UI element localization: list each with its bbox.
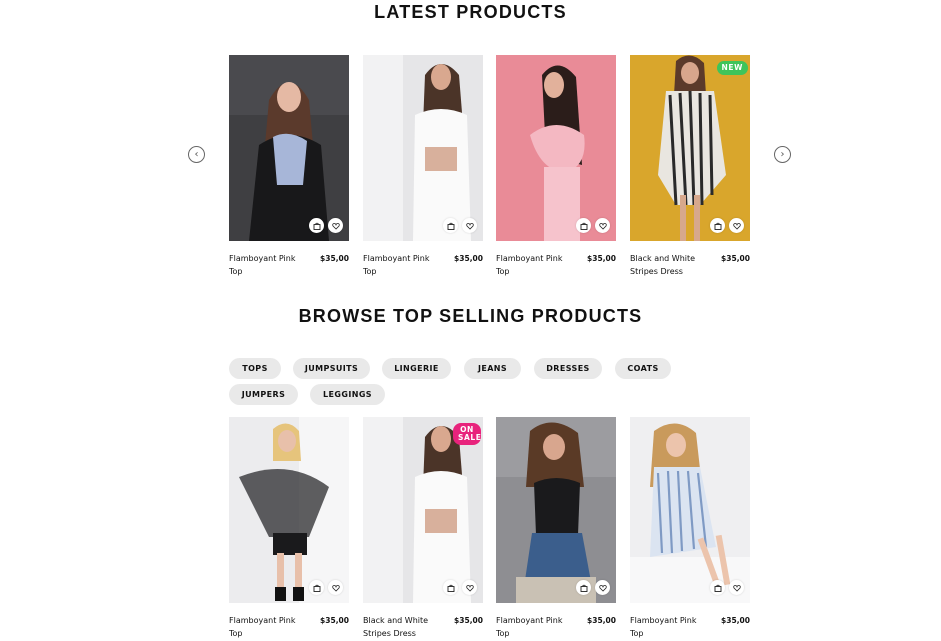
shopping-bag-icon (313, 222, 321, 230)
wishlist-button[interactable] (328, 218, 343, 233)
product-card[interactable]: NEW Black and White Stripes Dress $35,00 (630, 55, 750, 278)
add-to-cart-button[interactable] (710, 218, 725, 233)
heart-icon (599, 222, 607, 230)
wishlist-button[interactable] (729, 218, 744, 233)
product-image[interactable] (229, 55, 349, 241)
category-chip-coats[interactable]: COATS (615, 358, 671, 379)
add-to-cart-button[interactable] (309, 218, 324, 233)
wishlist-button[interactable] (595, 580, 610, 595)
product-card[interactable]: ON SALE Black and White Stripes Dress $3… (363, 417, 483, 640)
heart-icon (466, 584, 474, 592)
product-image[interactable] (229, 417, 349, 603)
product-card[interactable]: Flamboyant Pink Top $35,00 (630, 417, 750, 640)
latest-products-title: LATEST PRODUCTS (0, 2, 941, 23)
new-badge: NEW (717, 61, 748, 75)
heart-icon (332, 584, 340, 592)
shopping-bag-icon (313, 584, 321, 592)
category-chip-leggings[interactable]: LEGGINGS (310, 384, 385, 405)
product-name[interactable]: Flamboyant Pink Top (630, 614, 702, 640)
wishlist-button[interactable] (462, 218, 477, 233)
product-price: $35,00 (587, 252, 616, 278)
category-chip-jumpsuits[interactable]: JUMPSUITS (293, 358, 370, 379)
product-price: $35,00 (320, 252, 349, 278)
category-chip-dresses[interactable]: DRESSES (534, 358, 602, 379)
product-price: $35,00 (320, 614, 349, 640)
product-card[interactable]: Flamboyant Pink Top $35,00 (496, 55, 616, 278)
add-to-cart-button[interactable] (576, 218, 591, 233)
chevron-right-icon: › (781, 149, 785, 160)
add-to-cart-button[interactable] (443, 218, 458, 233)
wishlist-button[interactable] (595, 218, 610, 233)
product-name[interactable]: Flamboyant Pink Top (229, 614, 301, 640)
shopping-bag-icon (447, 222, 455, 230)
category-chip-jumpers[interactable]: JUMPERS (229, 384, 298, 405)
shopping-bag-icon (447, 584, 455, 592)
heart-icon (733, 222, 741, 230)
product-name[interactable]: Flamboyant Pink Top (496, 614, 568, 640)
category-chip-lingerie[interactable]: LINGERIE (382, 358, 451, 379)
product-image[interactable] (496, 417, 616, 603)
product-name[interactable]: Flamboyant Pink Top (363, 252, 435, 278)
wishlist-button[interactable] (729, 580, 744, 595)
carousel-next-button[interactable]: › (774, 146, 791, 163)
category-chip-jeans[interactable]: JEANS (464, 358, 521, 379)
product-name[interactable]: Flamboyant Pink Top (229, 252, 301, 278)
heart-icon (599, 584, 607, 592)
on-sale-badge: ON SALE (453, 423, 481, 445)
product-name[interactable]: Flamboyant Pink Top (496, 252, 568, 278)
chevron-left-icon: ‹ (195, 149, 199, 160)
product-price: $35,00 (721, 252, 750, 278)
add-to-cart-button[interactable] (710, 580, 725, 595)
heart-icon (466, 222, 474, 230)
add-to-cart-button[interactable] (576, 580, 591, 595)
shopping-bag-icon (714, 584, 722, 592)
add-to-cart-button[interactable] (443, 580, 458, 595)
product-price: $35,00 (454, 252, 483, 278)
shopping-bag-icon (580, 222, 588, 230)
product-image[interactable]: NEW (630, 55, 750, 241)
product-name[interactable]: Black and White Stripes Dress (630, 252, 702, 278)
product-card[interactable]: Flamboyant Pink Top $35,00 (229, 55, 349, 278)
product-card[interactable]: Flamboyant Pink Top $35,00 (363, 55, 483, 278)
product-image[interactable] (630, 417, 750, 603)
carousel-prev-button[interactable]: ‹ (188, 146, 205, 163)
wishlist-button[interactable] (462, 580, 477, 595)
heart-icon (733, 584, 741, 592)
shopping-bag-icon (580, 584, 588, 592)
product-card[interactable]: Flamboyant Pink Top $35,00 (229, 417, 349, 640)
product-image[interactable] (363, 55, 483, 241)
product-price: $35,00 (454, 614, 483, 640)
add-to-cart-button[interactable] (309, 580, 324, 595)
top-selling-title: BROWSE TOP SELLING PRODUCTS (0, 306, 941, 327)
product-image[interactable]: ON SALE (363, 417, 483, 603)
product-name[interactable]: Black and White Stripes Dress (363, 614, 435, 640)
product-price: $35,00 (587, 614, 616, 640)
product-card[interactable]: Flamboyant Pink Top $35,00 (496, 417, 616, 640)
product-price: $35,00 (721, 614, 750, 640)
product-image[interactable] (496, 55, 616, 241)
heart-icon (332, 222, 340, 230)
wishlist-button[interactable] (328, 580, 343, 595)
category-chip-tops[interactable]: TOPS (229, 358, 281, 379)
shopping-bag-icon (714, 222, 722, 230)
